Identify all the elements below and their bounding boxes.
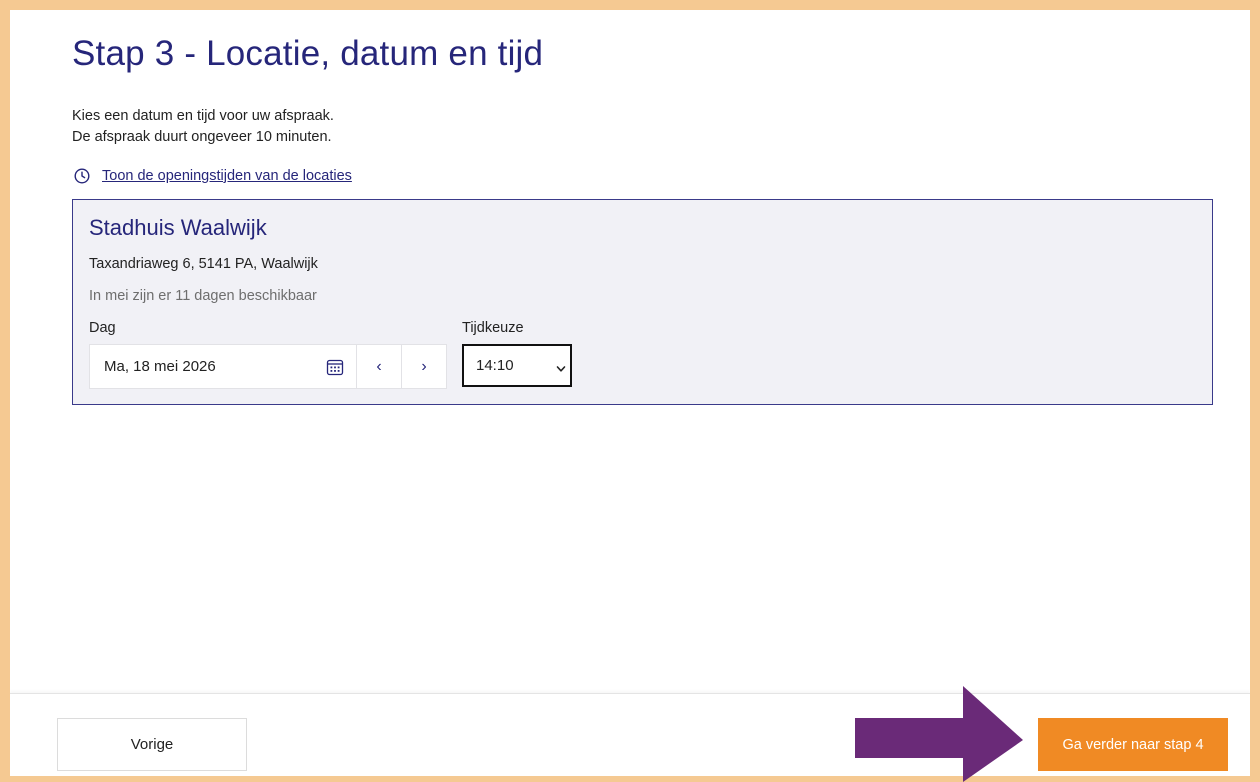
chevron-left-icon: ‹	[376, 357, 382, 375]
location-card: Stadhuis Waalwijk Taxandriaweg 6, 5141 P…	[72, 199, 1213, 405]
next-day-button[interactable]: ›	[401, 344, 447, 389]
intro-line-2: De afspraak duurt ongeveer 10 minuten.	[72, 129, 332, 145]
intro-text: Kies een datum en tijd voor uw afspraak.…	[72, 106, 334, 148]
location-address: Taxandriaweg 6, 5141 PA, Waalwijk	[89, 256, 318, 272]
intro-line-1: Kies een datum en tijd voor uw afspraak.	[72, 108, 334, 124]
arrow-right-icon	[855, 686, 1025, 782]
next-step-button[interactable]: Ga verder naar stap 4	[1038, 718, 1228, 771]
time-label: Tijdkeuze	[462, 320, 524, 336]
calendar-icon[interactable]	[326, 358, 344, 376]
chevron-down-icon	[556, 361, 566, 372]
day-label: Dag	[89, 320, 116, 336]
page-frame: Stap 3 - Locatie, datum en tijd Kies een…	[10, 10, 1250, 776]
date-value: Ma, 18 mei 2026	[104, 358, 216, 375]
opening-hours-link[interactable]: Toon de openingstijden van de locaties	[74, 168, 352, 184]
previous-day-button[interactable]: ‹	[356, 344, 402, 389]
footer-bar: Vorige Ga verder naar stap 4	[10, 693, 1250, 776]
opening-hours-link-label: Toon de openingstijden van de locaties	[102, 168, 352, 184]
availability-text: In mei zijn er 11 dagen beschikbaar	[89, 288, 317, 304]
date-input[interactable]: Ma, 18 mei 2026	[89, 344, 357, 389]
time-value: 14:10	[476, 357, 514, 374]
location-name: Stadhuis Waalwijk	[89, 215, 267, 240]
page-title: Stap 3 - Locatie, datum en tijd	[72, 34, 544, 73]
chevron-right-icon: ›	[421, 357, 427, 375]
previous-step-button[interactable]: Vorige	[57, 718, 247, 771]
clock-icon	[74, 168, 90, 184]
time-select[interactable]: 14:10	[462, 344, 572, 387]
